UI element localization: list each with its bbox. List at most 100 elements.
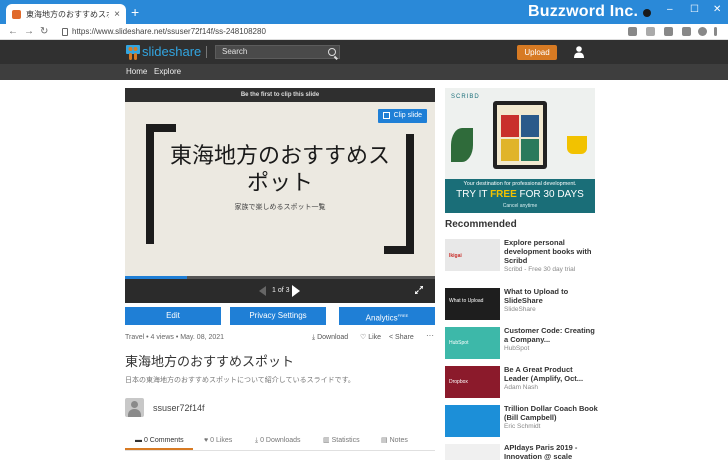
privacy-settings-button[interactable]: Privacy Settings [230,307,326,325]
tab-downloads[interactable]: ⤓ 0 Downloads [255,436,301,446]
previous-slide-icon[interactable] [259,286,266,296]
recommended-item[interactable]: Trillion Dollar Coach Book (Bill Campbel… [445,404,598,437]
download-label: Download [317,334,349,341]
ad-cancel-note: Cancel anytime [502,203,538,209]
slideshare-favicon-icon [12,9,21,19]
presentation-meta: Travel • 4 views • May. 08, 2021 [125,334,225,341]
minimize-button[interactable]: – [667,4,673,15]
presentation-title: 東海地方のおすすめスポット [125,354,295,369]
download-icon: ⤓ [255,437,259,444]
recommended-item[interactable]: APIdays Paris 2019 - Innovation @ scale [445,443,595,460]
book-cover-4 [521,139,539,161]
recommended-source: Adam Nash [504,384,538,391]
upload-button[interactable]: Upload [517,45,557,60]
search-icon[interactable] [328,48,336,56]
search-input[interactable] [222,46,322,58]
ad-headline-free: FREE [490,189,517,200]
ad-headline-a: TRY IT [456,189,491,200]
avatar-head [131,401,138,408]
more-options-icon[interactable]: ··· [426,331,434,340]
thumb-label: Dropbox [449,379,468,385]
browser-tab[interactable]: 東海地方のおすすめスポット × [6,4,126,24]
user-account-icon[interactable] [574,46,584,58]
plant-leaf-illustration [451,128,473,162]
recommended-title: Explore personal development books with … [504,238,592,265]
clip-banner: Be the first to clip this slide [125,88,435,102]
nav-home[interactable]: Home [126,67,147,77]
scribd-ad[interactable]: SCRIBD Your destination for professional… [445,88,595,213]
edit-button[interactable]: Edit [125,307,221,325]
clip-icon [383,112,390,119]
fullscreen-icon[interactable] [415,286,423,294]
slideshare-logo-text[interactable]: slideshare [142,44,201,60]
slide-title: 東海地方のおすすめスポット [169,143,390,195]
thumb-label: What to Upload [449,298,484,304]
recommended-item[interactable]: Ikigai Explore personal development book… [445,238,595,273]
profile-icon[interactable] [698,27,707,36]
tab-statistics-label: Statistics [331,437,360,444]
recommended-thumbnail: Dropbox [445,366,500,398]
star-icon[interactable] [646,27,655,36]
bar-chart-icon: ▥ [323,437,330,444]
lock-icon [62,28,68,36]
avatar-body [128,409,141,417]
puzzle-icon[interactable] [682,27,691,36]
new-tab-button[interactable]: + [131,4,139,20]
recommended-title: Be A Great Product Leader (Amplify, Oct.… [504,365,584,383]
forward-button[interactable]: → [24,26,34,38]
brand-watermark: Buzzword Inc. [528,3,639,20]
analytics-label: Analytics [365,313,398,323]
tab-title: 東海地方のおすすめスポット [26,9,109,19]
recommended-source: Scribd - Free 30 day trial [504,266,576,273]
tab-close-icon[interactable]: × [114,9,120,20]
comment-icon: ▬ [135,437,142,444]
tab-statistics[interactable]: ▥ Statistics [323,436,360,446]
slideshare-logo-icon[interactable] [126,43,140,61]
recommended-thumbnail: Ikigai [445,239,500,271]
recommended-title: Customer Code: Creating a Company... [504,326,595,344]
heart-icon: ♡ [360,334,367,341]
maximize-button[interactable]: ☐ [690,4,699,15]
scribd-logo: SCRIBD [451,94,480,100]
ad-headline-c: FOR 30 DAYS [516,189,584,200]
like-action[interactable]: ♡ Like [360,333,381,343]
tablet-illustration [493,101,547,169]
recommended-title: Trillion Dollar Coach Book (Bill Campbel… [504,404,598,422]
next-slide-icon[interactable] [292,285,300,297]
profile-dot-icon[interactable] [643,9,651,17]
recommended-thumbnail: HubSpot [445,327,500,359]
like-label: Like [368,334,382,341]
tab-notes[interactable]: ▤ Notes [381,436,408,446]
search-box[interactable] [215,45,340,59]
share-action[interactable]: < Share [389,333,414,343]
avatar[interactable] [125,398,144,417]
analytics-button[interactable]: AnalyticsFREE [339,307,435,325]
back-button[interactable]: ← [8,26,18,38]
reload-button[interactable]: ↻ [40,26,48,38]
coffee-cup-illustration [567,136,587,154]
site-header [0,40,728,64]
header-divider [206,46,207,58]
slide-canvas[interactable]: 東海地方のおすすめスポット 家族で楽しめるスポット一覧 [125,102,435,276]
ad-headline: TRY IT FREE FOR 30 DAYS [445,189,595,200]
translate-icon[interactable] [628,27,637,36]
recommended-item[interactable]: Dropbox Be A Great Product Leader (Ampli… [445,365,595,398]
close-window-button[interactable]: ✕ [713,4,721,15]
recommended-item[interactable]: What to Upload What to Upload to SlideSh… [445,287,595,320]
recommended-item[interactable]: HubSpot Customer Code: Creating a Compan… [445,326,595,359]
download-action[interactable]: ⤓ Download [312,333,348,343]
url-field[interactable]: https://www.slideshare.net/ssuser72f14f/… [72,26,266,38]
tab-notes-label: Notes [389,437,408,444]
tab-likes[interactable]: ♥ 0 Likes [204,436,232,446]
tab-comments[interactable]: ▬ 0 Comments [135,436,184,446]
extension-icon[interactable] [664,27,673,36]
recommended-heading: Recommended [445,219,517,230]
tablet-screen [497,105,543,165]
ad-banner: Your destination for professional develo… [445,179,595,213]
menu-kebab-icon[interactable] [714,27,717,36]
recommended-thumbnail [445,444,500,460]
nav-explore[interactable]: Explore [154,67,181,77]
clip-slide-button[interactable]: Clip slide [378,109,427,123]
recommended-thumbnail: What to Upload [445,288,500,320]
author-username[interactable]: ssuser72f14f [153,403,205,414]
